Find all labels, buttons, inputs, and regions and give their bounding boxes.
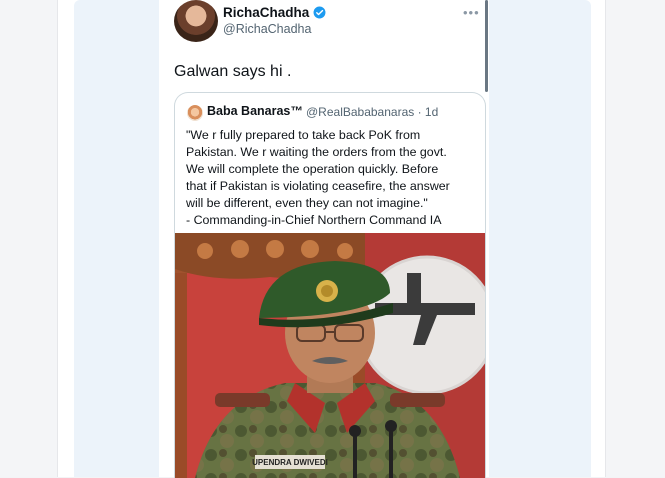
scrollbar[interactable] (485, 0, 488, 92)
quoted-text: "We r fully prepared to take back PoK fr… (186, 127, 482, 229)
display-name[interactable]: RichaChadha (223, 5, 326, 20)
quoted-text-line: We will complete the operation quickly. … (186, 162, 439, 176)
page-background-right (606, 0, 665, 477)
display-name-text: RichaChadha (223, 5, 310, 20)
quoted-text-line: - Commanding-in-Chief Northern Command I… (186, 213, 442, 227)
verified-badge-icon (313, 6, 326, 19)
more-options-icon[interactable]: ••• (463, 5, 480, 20)
avatar[interactable] (174, 0, 218, 42)
quoted-text-line: that if Pakistan is violating ceasefire,… (186, 179, 450, 193)
tweet-text: Galwan says hi . (174, 63, 292, 80)
quoted-text-line: will be different, even they can not ima… (186, 196, 428, 210)
quoted-text-line: "We r fully prepared to take back PoK fr… (186, 128, 421, 142)
quoted-handle-time: @RealBababanaras · 1d (306, 105, 439, 119)
quoted-tweet[interactable]: Baba Banaras™ @RealBababanaras · 1d "We … (174, 92, 486, 478)
name-tag-text: UPENDRA DWIVEDI (252, 458, 328, 467)
officer-photo-illustration: UPENDRA DWIVEDI (175, 233, 485, 478)
quoted-photo[interactable]: UPENDRA DWIVEDI (175, 233, 485, 478)
page-background-left (0, 0, 57, 477)
quoted-text-line: Pakistan. We r waiting the orders from t… (186, 145, 447, 159)
quoted-avatar[interactable] (187, 105, 203, 121)
quoted-display-name[interactable]: Baba Banaras™ (207, 104, 303, 118)
user-handle[interactable]: @RichaChadha (223, 22, 311, 36)
